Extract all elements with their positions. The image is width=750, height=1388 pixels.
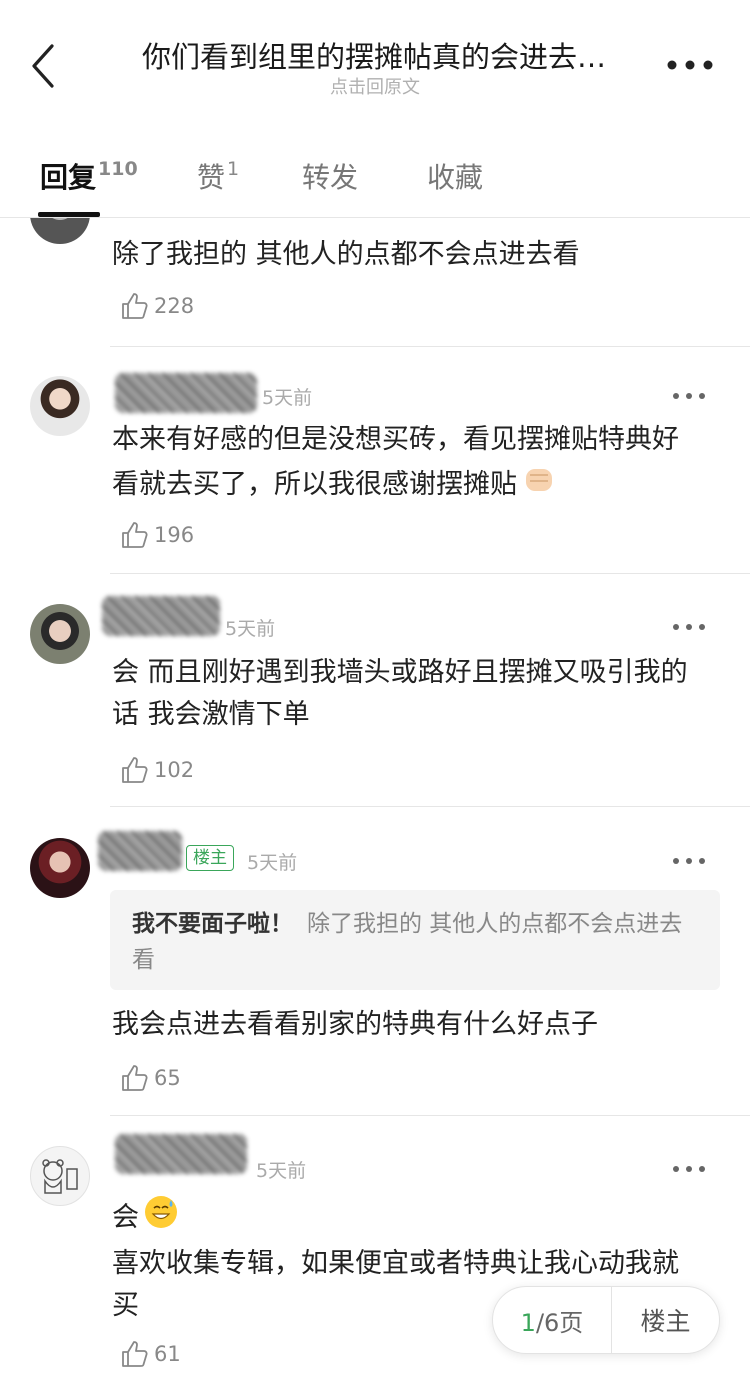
tab-replies-label: 回复 <box>40 161 97 194</box>
top-bar: 你们看到组里的摆摊帖真的会进去… 点击回原文 <box>0 0 750 120</box>
like-button[interactable]: 61 <box>120 1336 181 1372</box>
total-pages: /6页 <box>535 1308 584 1337</box>
like-count: 196 <box>154 523 195 547</box>
username-redacted[interactable] <box>102 596 220 636</box>
post-more-button[interactable] <box>672 618 706 630</box>
thumbs-up-icon <box>122 293 148 319</box>
list-item: 除了我担的 其他人的点都不会点进去看 228 <box>0 218 750 348</box>
avatar[interactable] <box>30 838 90 898</box>
thumbs-up-icon <box>122 1065 148 1091</box>
username-redacted[interactable] <box>98 831 182 871</box>
tab-favorites-label: 收藏 <box>427 161 484 194</box>
timestamp: 5天前 <box>262 387 313 409</box>
page-jump-button[interactable]: 1/6页 <box>493 1303 611 1338</box>
more-dots-icon <box>673 1166 705 1172</box>
op-badge: 楼主 <box>186 845 234 871</box>
back-to-original-link[interactable]: 点击回原文 <box>0 73 750 99</box>
more-options-button[interactable] <box>664 50 716 80</box>
tab-reposts-label: 转发 <box>302 161 359 194</box>
post-more-button[interactable] <box>672 387 706 399</box>
tab-replies-count: 110 <box>98 158 138 180</box>
list-item: 楼主 5天前 我不要面子啦！ 除了我担的 其他人的点都不会点进去看 我会点进去看看… <box>0 807 750 1115</box>
tab-likes-count: 1 <box>227 158 240 180</box>
like-count: 61 <box>154 1342 181 1366</box>
post-content: 除了我担的 其他人的点都不会点进去看 <box>112 239 580 270</box>
quoted-reply[interactable]: 我不要面子啦！ 除了我担的 其他人的点都不会点进去看 <box>110 890 720 990</box>
post-content: 会 而且刚好遇到我墙头或路好且摆摊又吸引我的话 我会激情下单 <box>112 657 688 730</box>
avatar[interactable] <box>30 218 90 244</box>
thumbs-up-icon <box>122 1341 148 1367</box>
tab-bar: 回复 110 赞1 转发 收藏 <box>0 120 750 218</box>
avatar[interactable] <box>30 1146 90 1206</box>
like-count: 228 <box>154 294 195 318</box>
like-button[interactable]: 196 <box>120 517 194 553</box>
username-redacted[interactable] <box>115 373 257 413</box>
post-content: 本来有好感的但是没想买砖，看见摆摊贴特典好看就去买了，所以我很感谢摆摊贴 <box>112 419 702 510</box>
quoted-author: 我不要面子啦！ <box>132 911 293 937</box>
tab-likes-label: 赞 <box>197 161 226 194</box>
thumbs-up-icon <box>122 522 148 548</box>
list-item: 5天前 会 而且刚好遇到我墙头或路好且摆摊又吸引我的话 我会激情下单 102 <box>0 574 750 806</box>
like-count: 102 <box>154 758 195 782</box>
timestamp: 5天前 <box>247 852 298 874</box>
more-dots-icon <box>667 60 713 70</box>
post-more-button[interactable] <box>672 852 706 864</box>
timestamp: 5天前 <box>225 618 276 640</box>
timestamp: 5天前 <box>256 1160 307 1182</box>
username-redacted[interactable] <box>115 1134 247 1174</box>
fist-emoji-icon <box>521 461 557 510</box>
post-text: 本来有好感的但是没想买砖，看见摆摊贴特典好看就去买了，所以我很感谢摆摊贴 <box>112 424 679 500</box>
like-count: 65 <box>154 1066 181 1090</box>
tab-favorites[interactable]: 收藏 <box>427 156 483 196</box>
active-tab-indicator <box>38 212 100 217</box>
like-button[interactable]: 65 <box>120 1060 181 1096</box>
like-button[interactable]: 102 <box>120 752 194 788</box>
bear-sketch-icon <box>42 1159 78 1194</box>
post-more-button[interactable] <box>672 1160 706 1172</box>
post-content: 我会点进去看看别家的特典有什么好点子 <box>112 1009 598 1040</box>
like-button[interactable]: 228 <box>120 288 194 324</box>
avatar[interactable] <box>30 376 90 436</box>
list-item: 5天前 本来有好感的但是没想买砖，看见摆摊贴特典好看就去买了，所以我很感谢摆摊贴… <box>0 347 750 573</box>
sweat-smile-emoji-icon <box>143 1194 179 1243</box>
op-only-button[interactable]: 楼主 <box>612 1302 719 1338</box>
more-dots-icon <box>673 858 705 864</box>
avatar[interactable] <box>30 604 90 664</box>
floating-pager: 1/6页 楼主 <box>492 1286 720 1354</box>
post-text-line1: 会 <box>112 1202 139 1233</box>
current-page: 1 <box>520 1308 536 1337</box>
more-dots-icon <box>673 624 705 630</box>
tab-replies[interactable]: 回复 110 <box>40 156 138 196</box>
tab-likes[interactable]: 赞1 <box>197 156 239 196</box>
thumbs-up-icon <box>122 757 148 783</box>
more-dots-icon <box>673 393 705 399</box>
post-title[interactable]: 你们看到组里的摆摊帖真的会进去… <box>100 34 648 76</box>
tab-reposts[interactable]: 转发 <box>302 156 358 196</box>
